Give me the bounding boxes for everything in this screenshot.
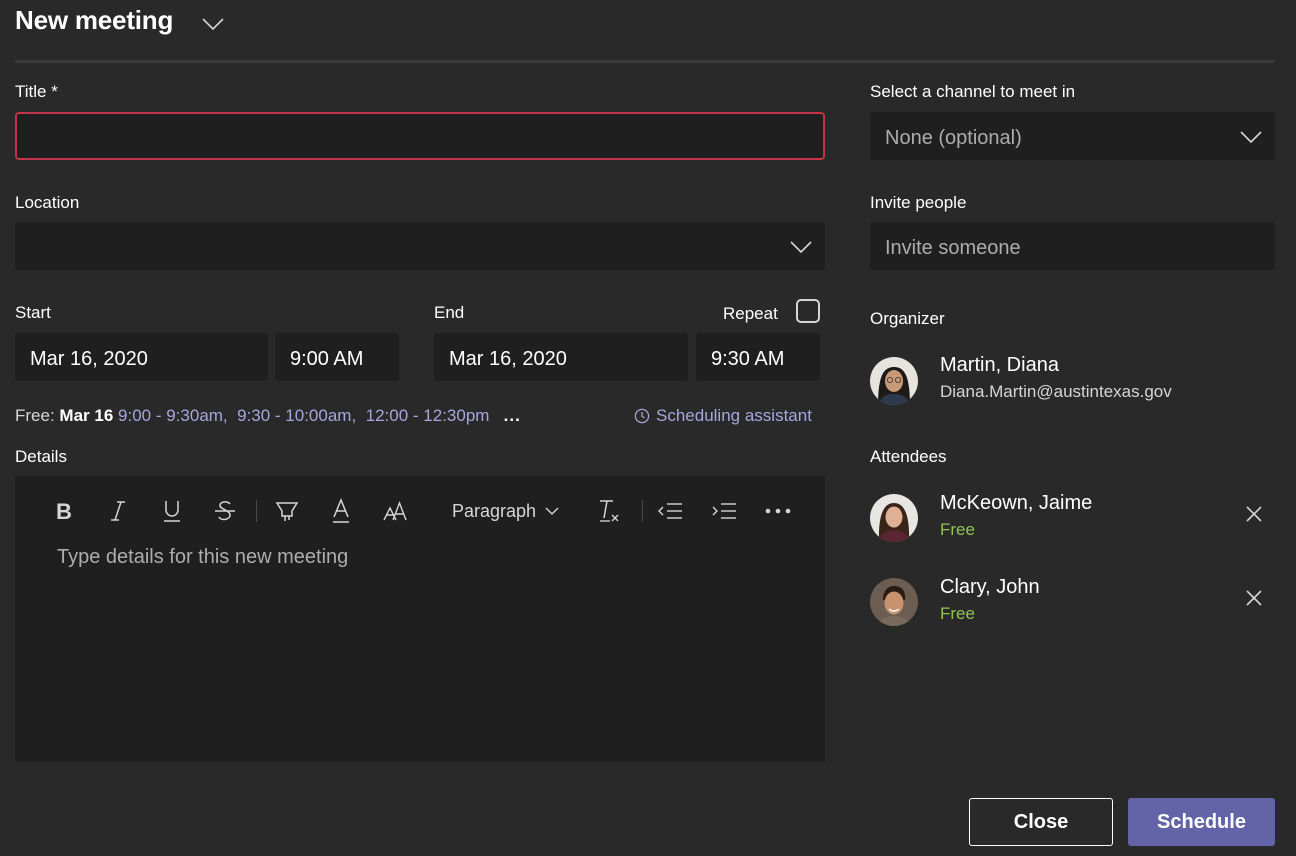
start-date-picker[interactable]: Mar 16, 2020 <box>15 333 268 381</box>
end-date-value: Mar 16, 2020 <box>449 348 567 370</box>
channel-value: None (optional) <box>885 127 1022 149</box>
italic-icon[interactable] <box>105 494 131 528</box>
attendee-status: Free <box>940 604 975 623</box>
scheduling-assistant-link[interactable]: Scheduling assistant <box>634 405 812 427</box>
details-editor[interactable]: B Paragraph Type details for this new me… <box>15 476 825 762</box>
strikethrough-icon[interactable] <box>212 494 238 528</box>
close-icon <box>1246 590 1262 606</box>
channel-dropdown[interactable]: None (optional) <box>870 112 1275 160</box>
end-time-value: 9:30 AM <box>711 348 785 370</box>
start-label: Start <box>15 303 51 322</box>
repeat-label: Repeat <box>723 304 778 323</box>
attendee-name: Clary, John <box>940 576 1040 598</box>
free-slot[interactable]: 9:00 - 9:30am, <box>118 406 228 425</box>
chevron-down-icon[interactable] <box>200 10 226 36</box>
increase-indent-icon[interactable] <box>709 494 739 528</box>
toolbar-divider <box>256 500 257 522</box>
font-size-icon[interactable] <box>381 494 409 528</box>
paragraph-label: Paragraph <box>451 500 537 521</box>
clear-formatting-icon[interactable] <box>595 494 623 528</box>
attendees-label: Attendees <box>870 447 947 466</box>
free-slots-line: Free: Mar 16 9:00 - 9:30am, 9:30 - 10:00… <box>15 405 521 427</box>
details-label: Details <box>15 447 67 466</box>
header-divider <box>15 60 1275 63</box>
organizer-email: Diana.Martin@austintexas.gov <box>940 382 1172 401</box>
avatar <box>870 494 918 542</box>
remove-attendee-button[interactable] <box>1240 584 1268 612</box>
end-date-picker[interactable]: Mar 16, 2020 <box>434 333 688 381</box>
more-options-icon[interactable] <box>763 494 793 528</box>
avatar <box>870 578 918 626</box>
organizer-label: Organizer <box>870 309 945 328</box>
formatting-toolbar: B Paragraph <box>15 494 825 528</box>
repeat-checkbox[interactable] <box>796 299 820 323</box>
more-slots-link[interactable]: ... <box>504 406 521 425</box>
close-icon <box>1246 506 1262 522</box>
invite-label: Invite people <box>870 193 967 212</box>
location-dropdown[interactable] <box>15 222 825 270</box>
free-date: Mar 16 <box>59 406 114 425</box>
start-time-picker[interactable]: 9:00 AM <box>275 333 399 381</box>
page-title: New meeting <box>15 5 174 35</box>
close-button[interactable]: Close <box>969 798 1113 846</box>
underline-icon[interactable] <box>159 494 185 528</box>
free-slot[interactable]: 9:30 - 10:00am, <box>237 406 356 425</box>
scheduling-assistant-label: Scheduling assistant <box>656 406 812 425</box>
chevron-down-icon <box>1240 131 1262 144</box>
free-slot[interactable]: 12:00 - 12:30pm <box>366 406 490 425</box>
free-prefix: Free: <box>15 406 55 425</box>
toolbar-divider <box>642 500 643 522</box>
title-label: Title * <box>15 82 58 101</box>
attendee-name: McKeown, Jaime <box>940 492 1093 514</box>
location-label: Location <box>15 193 80 212</box>
svg-text:B: B <box>56 500 72 522</box>
start-date-value: Mar 16, 2020 <box>30 348 148 370</box>
schedule-button[interactable]: Schedule <box>1128 798 1275 846</box>
remove-attendee-button[interactable] <box>1240 500 1268 528</box>
chevron-down-icon <box>790 241 812 254</box>
channel-label: Select a channel to meet in <box>870 82 1076 101</box>
end-label: End <box>434 303 465 322</box>
title-input[interactable] <box>15 112 825 160</box>
attendee-status: Free <box>940 520 975 539</box>
start-time-value: 9:00 AM <box>290 348 364 370</box>
chevron-down-icon <box>545 507 559 515</box>
paragraph-dropdown[interactable]: Paragraph <box>451 494 561 528</box>
invite-people-input[interactable]: Invite someone <box>870 222 1275 270</box>
avatar <box>870 357 918 405</box>
invite-placeholder: Invite someone <box>885 237 1021 259</box>
details-placeholder: Type details for this new meeting <box>57 546 349 568</box>
highlight-icon[interactable] <box>273 494 301 528</box>
clock-icon <box>634 408 650 424</box>
font-color-icon[interactable] <box>328 494 354 528</box>
bold-icon[interactable]: B <box>51 494 77 528</box>
organizer-name: Martin, Diana <box>940 354 1059 376</box>
decrease-indent-icon[interactable] <box>655 494 685 528</box>
end-time-picker[interactable]: 9:30 AM <box>696 333 820 381</box>
